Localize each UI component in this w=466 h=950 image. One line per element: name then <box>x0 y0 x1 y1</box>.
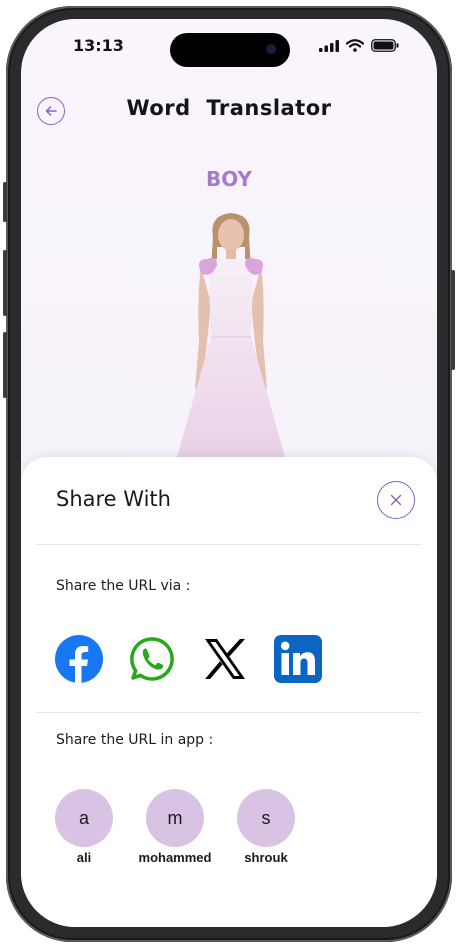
avatar-figure <box>173 213 289 469</box>
social-share-row <box>55 635 322 683</box>
divider <box>36 544 422 545</box>
share-sheet-title: Share With <box>56 487 171 511</box>
share-via-label: Share the URL via : <box>56 578 191 594</box>
divider <box>36 712 422 713</box>
contact-avatar: m <box>146 789 204 847</box>
x-icon[interactable] <box>201 635 249 683</box>
volume-up-button <box>3 250 7 316</box>
contact-item[interactable]: m mohammed <box>139 789 211 865</box>
action-button <box>3 182 7 222</box>
screen: 13:13 Word Translator BOY Share With Sha… <box>21 19 437 927</box>
close-button[interactable] <box>377 481 415 519</box>
contact-item[interactable]: a ali <box>55 789 113 865</box>
contact-name: mohammed <box>138 850 212 865</box>
volume-down-button <box>3 332 7 398</box>
status-icons <box>319 39 399 52</box>
contact-name: ali <box>76 850 92 865</box>
contact-avatar: a <box>55 789 113 847</box>
close-icon <box>390 494 402 506</box>
contact-item[interactable]: s shrouk <box>237 789 295 865</box>
contact-avatar: s <box>237 789 295 847</box>
share-in-app-label: Share the URL in app : <box>56 732 214 748</box>
camera-icon <box>266 44 276 54</box>
word-label: BOY <box>205 167 252 191</box>
status-time: 13:13 <box>73 36 124 55</box>
whatsapp-icon[interactable] <box>128 635 176 683</box>
battery-icon <box>371 39 399 52</box>
facebook-icon[interactable] <box>55 635 103 683</box>
share-sheet: Share With Share the URL via : Share the… <box>21 457 437 927</box>
contact-name: shrouk <box>244 850 288 865</box>
contacts-row: a ali m mohammed s shrouk <box>55 789 295 865</box>
dynamic-island <box>170 33 290 67</box>
linkedin-icon[interactable] <box>274 635 322 683</box>
page-title: Word Translator <box>126 96 332 120</box>
signal-icon <box>319 39 339 52</box>
power-button <box>451 270 455 370</box>
wifi-icon <box>346 39 364 52</box>
